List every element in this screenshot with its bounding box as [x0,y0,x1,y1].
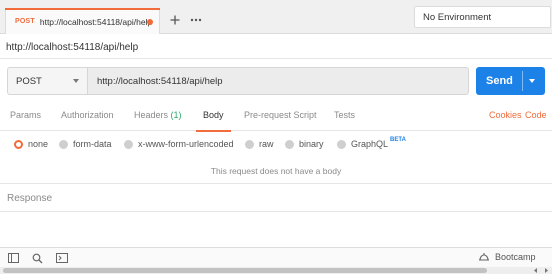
request-options-tabs: Params Authorization Headers (1) Body Pr… [0,110,552,132]
console-icon[interactable] [56,253,68,266]
body-type-urlencoded[interactable]: x-www-form-urlencoded [124,139,234,149]
body-type-binary-label: binary [299,139,324,149]
body-type-radio-group: none form-data x-www-form-urlencoded raw… [0,137,552,153]
horizontal-scrollbar[interactable] [0,267,552,274]
radio-unselected-icon [285,139,294,149]
bootcamp-label: Bootcamp [495,252,536,262]
request-title[interactable]: http://localhost:54118/api/help [6,42,138,53]
radio-unselected-icon [59,139,68,149]
divider [0,183,552,184]
new-tab-button[interactable] [165,10,184,30]
request-tab-bar: POST http://localhost:54118/api/help No … [0,0,552,34]
url-input[interactable] [87,67,469,95]
scrollbar-thumb[interactable] [3,268,487,273]
ellipsis-icon [190,18,201,22]
tab-tests[interactable]: Tests [334,110,355,130]
body-type-binary[interactable]: binary [285,139,324,149]
send-button-separator [522,71,523,91]
body-type-form-data[interactable]: form-data [59,139,112,149]
body-type-raw[interactable]: raw [245,139,274,149]
code-link[interactable]: Code [525,110,547,120]
chevron-down-icon [73,79,79,83]
send-button[interactable]: Send [476,67,545,95]
bootcamp-button[interactable]: Bootcamp [478,252,536,262]
sidebar-icon[interactable] [8,253,19,266]
headers-count-badge: (1) [170,110,182,120]
environment-selected-label: No Environment [423,11,492,23]
radio-selected-icon [14,139,23,149]
send-button-label: Send [486,75,513,87]
search-icon[interactable] [32,253,43,267]
response-heading: Response [7,193,53,204]
body-type-graphql[interactable]: GraphQL BETA [337,137,406,149]
tab-body[interactable]: Body [196,110,230,132]
tab-options-button[interactable] [186,10,205,30]
request-tab-url: http://localhost:54118/api/help [39,16,153,27]
radio-unselected-icon [124,139,133,149]
body-type-graphql-label: GraphQL [351,139,389,149]
unsaved-changes-dot-icon[interactable] [147,19,153,25]
status-bar: Bootcamp [0,247,552,267]
tab-headers[interactable]: Headers (1) [134,110,182,130]
cookies-link[interactable]: Cookies [489,110,522,120]
body-type-none[interactable]: none [14,139,48,149]
send-options-chevron-down-icon[interactable] [529,79,535,83]
request-tab-method: POST [15,18,35,25]
radio-unselected-icon [337,139,346,149]
empty-body-message: This request does not have a body [210,166,342,176]
bootcamp-icon [479,253,489,261]
body-type-urlencoded-label: x-www-form-urlencoded [138,139,234,149]
tab-headers-label: Headers [134,110,169,120]
beta-badge: BETA [390,137,406,143]
tab-prerequest-script[interactable]: Pre-request Script [244,110,317,130]
divider [0,58,552,59]
divider [0,211,552,212]
tab-params[interactable]: Params [10,110,41,130]
body-type-form-data-label: form-data [73,139,112,149]
body-type-none-label: none [28,139,49,149]
radio-unselected-icon [245,139,254,149]
body-type-raw-label: raw [259,139,274,149]
method-selector[interactable]: POST [7,67,87,95]
plus-icon [170,15,179,25]
scroll-left-arrow-icon[interactable] [532,267,539,274]
scroll-right-arrow-icon[interactable] [543,267,550,274]
tab-authorization[interactable]: Authorization [61,110,114,130]
environment-selector[interactable]: No Environment [414,6,551,28]
request-tab[interactable]: POST http://localhost:54118/api/help [5,8,160,34]
method-selector-label: POST [16,75,42,87]
